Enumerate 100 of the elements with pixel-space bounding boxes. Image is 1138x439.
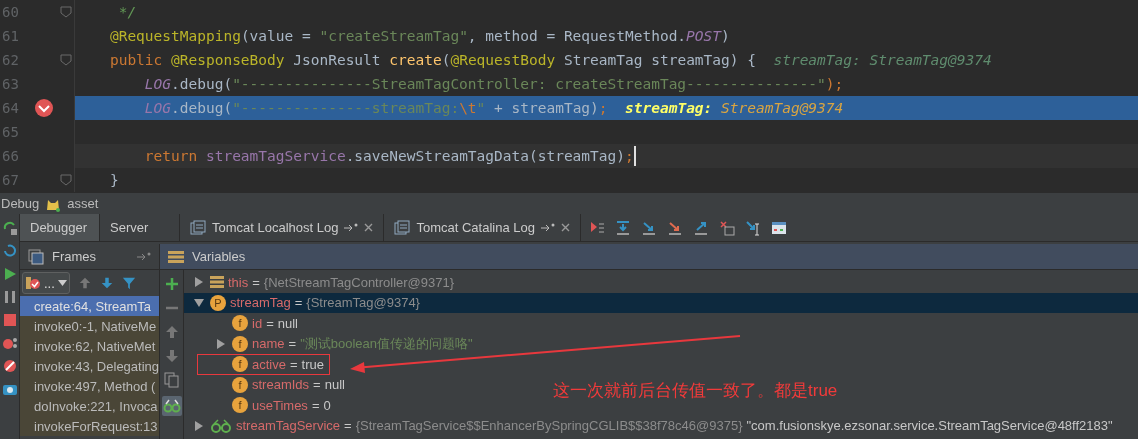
variable-row[interactable]: this = {NetStreamTagController@9371} [184,272,455,293]
code-keyword: ); [825,76,844,92]
breakpoints-icon[interactable] [1,335,18,351]
stack-frame[interactable]: doInvoke:221, Invoca [20,396,159,416]
pin-icon[interactable] [344,222,359,233]
line-number: 65 [2,124,20,140]
variable-row[interactable]: P streamTag = {StreamTag@9374} [184,292,1138,313]
field-icon: f [232,315,248,332]
rerun-icon[interactable] [1,220,18,236]
up-arrow-icon[interactable] [77,275,92,291]
line-number: 60 [2,4,20,20]
variable-row[interactable]: streamTagService = {StreamTagService$$EnhancerBySpringCGLIB$$38f78c46@9375} "com.fusionskye.ezsonar.service.StreamTagService@48ff2183" [184,415,1113,436]
code-annotation: @RequestBody [450,52,556,68]
variable-name: streamIds [252,377,310,393]
variable-row[interactable]: f streamIds = null [184,374,345,395]
log-file-icon [394,219,411,236]
variable-name: active [252,356,286,372]
fold-marker-icon[interactable] [60,54,72,66]
inline-value-hint: streamTag: [625,100,713,116]
variable-value: true [301,356,324,372]
stack-frame[interactable]: create:64, StreamTa [20,296,159,316]
glasses-icon[interactable] [161,396,182,416]
code-field: streamTagService [205,148,346,164]
close-icon[interactable] [561,223,570,232]
variable-row[interactable]: f id = null [184,313,298,334]
stack-frame[interactable]: invokeForRequest:13 [20,416,159,436]
close-icon[interactable] [364,223,374,232]
code-keyword: return [143,148,199,164]
step-into-icon[interactable] [641,219,657,236]
thread-dropdown[interactable]: ... [22,272,70,294]
field-icon: f [232,376,248,393]
code-text: } [108,172,119,188]
code-text: .debug( [171,76,233,92]
pin-icon[interactable] [541,222,555,233]
caret-icon [57,280,67,286]
force-step-into-icon[interactable] [667,219,683,236]
variable-value: {StreamTagService$$EnhancerBySpringCGLIB$$38f78c46@9375} [355,418,743,434]
variable-value: {NetStreamTagController@9371} [263,274,455,290]
step-over-icon[interactable] [615,219,631,236]
stack-frame[interactable]: invoke:497, Method ( [20,376,159,396]
down-arrow-icon[interactable] [99,275,114,291]
inline-value-hint: StreamTag@9374 [868,52,992,68]
tab[interactable]: Debugger [20,214,100,241]
frames-icon [28,248,44,265]
pin-icon[interactable] [137,251,151,262]
mute-breakpoints-icon[interactable] [1,358,18,374]
stack-frame[interactable]: invoke:43, Delegating [20,356,159,376]
stack-frame[interactable]: invoke:62, NativeMet [20,336,159,356]
variable-name: id [252,315,263,331]
code-text: JsonResult [292,52,382,68]
run-to-cursor-icon[interactable] [745,219,761,236]
collapse-arrow-icon[interactable] [194,297,204,308]
fold-marker-icon[interactable] [60,6,72,18]
expand-arrow-icon[interactable] [194,420,204,431]
variable-row[interactable]: f name = "测试boolean值传递的问题咯" [184,333,473,354]
glasses-icon [210,418,232,433]
code-keyword: ; [625,148,634,164]
copy-icon[interactable] [163,372,180,388]
filter-icon[interactable] [121,275,136,291]
variable-value: {StreamTag@9374} [306,295,420,311]
expand-arrow-icon[interactable] [216,338,226,349]
variable-value: "测试boolean值传递的问题咯" [300,334,473,353]
code-text: + streamTag) [493,100,599,116]
panel-title: Frames [52,249,97,264]
equals-sign: = [294,295,303,311]
variable-row[interactable]: f active = true [184,354,330,375]
stop-icon[interactable] [1,312,18,328]
code-static-field: LOG [75,100,172,116]
expand-arrow-icon[interactable] [194,277,204,288]
code-text: (value = [240,28,312,44]
evaluate-icon[interactable] [771,219,787,236]
list-icon [168,249,184,264]
log-file-icon [190,219,206,236]
code-annotation: @ResponseBody [171,52,285,68]
fold-marker-icon[interactable] [60,174,72,186]
variable-value: null [324,377,345,393]
equals-sign: = [311,397,320,413]
equals-sign: = [289,356,298,372]
tool-window-title: Debug [1,196,40,211]
refresh-icon[interactable] [1,243,18,259]
tab-label: Debugger [30,220,88,235]
annotation-note: 这一次就前后台传值一致了。都是true [553,380,838,402]
field-icon: P [210,294,226,311]
code-string: "createStreamTag" [319,28,468,44]
step-out-icon[interactable] [693,219,709,236]
equals-sign: = [344,418,352,434]
thread-name: ... [44,275,55,291]
breakpoint-icon[interactable] [34,98,54,118]
variable-row[interactable]: f useTimes = 0 [184,395,331,416]
equals-sign: = [266,315,274,331]
show-execution-point-icon[interactable] [589,219,605,236]
code-text: ( [441,52,451,68]
tab-label: Tomcat Localhost Log [212,220,339,235]
inline-value-hint: StreamTag@9374 [720,100,844,116]
variable-name: this [228,274,249,290]
add-icon[interactable] [163,276,180,292]
code-static-field: LOG [75,76,172,92]
equals-sign: = [288,336,297,352]
stack-frame[interactable]: invoke0:-1, NativeMe [20,316,159,336]
drop-frame-icon[interactable] [719,219,735,236]
